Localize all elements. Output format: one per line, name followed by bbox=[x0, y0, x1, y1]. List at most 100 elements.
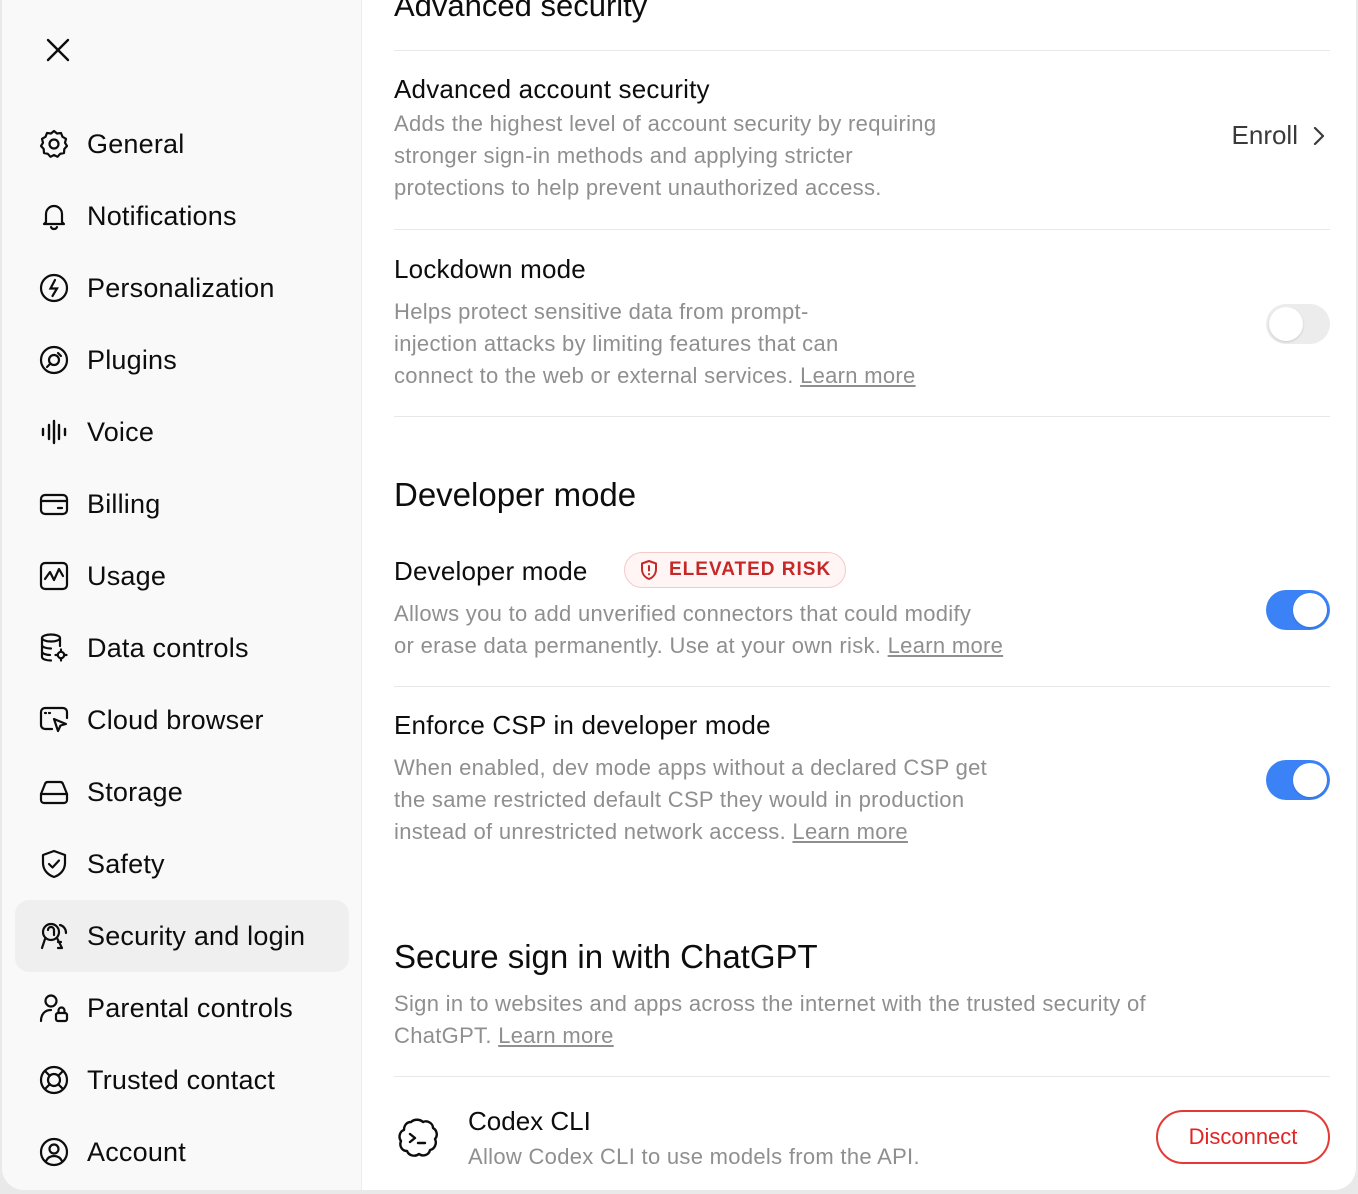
sidebar-item-voice[interactable]: Voice bbox=[15, 396, 349, 468]
sidebar-item-plugins[interactable]: Plugins bbox=[15, 324, 349, 396]
close-button[interactable] bbox=[38, 30, 78, 70]
disconnect-button[interactable]: Disconnect bbox=[1156, 1110, 1330, 1164]
sidebar-item-trusted-contact[interactable]: Trusted contact bbox=[15, 1044, 349, 1116]
divider bbox=[394, 229, 1330, 230]
settings-content: Advanced security Advanced account secur… bbox=[394, 0, 1330, 1190]
desc-line: Sign in to websites and apps across the … bbox=[394, 991, 1146, 1016]
sidebar-item-label: Notifications bbox=[87, 200, 237, 231]
sidebar-item-security-and-login[interactable]: Security and login bbox=[15, 900, 349, 972]
database-gear-icon bbox=[37, 631, 71, 665]
lifebuoy-icon bbox=[37, 1063, 71, 1097]
shield-check-icon bbox=[37, 847, 71, 881]
account-circle-icon bbox=[37, 1135, 71, 1169]
settings-window: General Notifications Personalization Pl… bbox=[2, 0, 1356, 1190]
sidebar-item-label: Voice bbox=[87, 416, 155, 447]
desc-line: Allows you to add unverified connectors … bbox=[394, 601, 972, 626]
storage-drive-icon bbox=[37, 775, 71, 809]
close-icon bbox=[46, 38, 70, 62]
sidebar-item-label: Plugins bbox=[87, 344, 177, 375]
lockdown-learn-more-link[interactable]: Learn more bbox=[800, 363, 916, 388]
bell-icon bbox=[37, 199, 71, 233]
lockdown-mode-title: Lockdown mode bbox=[394, 254, 586, 284]
sidebar-item-data-controls[interactable]: Data controls bbox=[15, 612, 349, 684]
advanced-account-security-desc: Adds the highest level of account securi… bbox=[394, 108, 936, 204]
gear-icon bbox=[37, 127, 71, 161]
desc-line: ChatGPT. Learn more bbox=[394, 1023, 614, 1048]
secure-sign-in-desc: Sign in to websites and apps across the … bbox=[394, 988, 1146, 1052]
divider bbox=[394, 686, 1330, 687]
sidebar-item-billing[interactable]: Billing bbox=[15, 468, 349, 540]
desc-line: stronger sign-in methods and applying st… bbox=[394, 143, 853, 168]
sidebar-item-label: Parental controls bbox=[87, 992, 294, 1023]
personalization-icon bbox=[37, 271, 71, 305]
enforce-csp-toggle[interactable] bbox=[1266, 760, 1330, 800]
chevron-right-icon bbox=[1313, 126, 1325, 145]
sidebar-item-safety[interactable]: Safety bbox=[15, 828, 349, 900]
sidebar-item-label: Security and login bbox=[87, 920, 306, 951]
badge-label: ELEVATED RISK bbox=[669, 559, 832, 580]
desc-line: injection attacks by limiting features t… bbox=[394, 331, 839, 356]
sidebar-item-account[interactable]: Account bbox=[15, 1116, 349, 1188]
plugins-icon bbox=[37, 343, 71, 377]
usage-chart-icon bbox=[37, 559, 71, 593]
settings-sidebar: General Notifications Personalization Pl… bbox=[2, 0, 362, 1190]
desc-line: Adds the highest level of account securi… bbox=[394, 111, 937, 136]
developer-mode-desc: Allows you to add unverified connectors … bbox=[394, 598, 1003, 662]
sidebar-item-label: Usage bbox=[87, 560, 167, 591]
toggle-knob bbox=[1293, 763, 1327, 797]
desc-line: the same restricted default CSP they wou… bbox=[394, 787, 965, 812]
secure-sign-in-learn-more-link[interactable]: Learn more bbox=[498, 1023, 614, 1048]
divider bbox=[394, 416, 1330, 417]
developer-mode-learn-more-link[interactable]: Learn more bbox=[888, 633, 1004, 658]
desc-line: or erase data permanently. Use at your o… bbox=[394, 633, 1004, 658]
section-title-secure-sign-in: Secure sign in with ChatGPT bbox=[394, 938, 818, 975]
codex-cli-icon bbox=[398, 1118, 438, 1157]
divider bbox=[394, 1076, 1330, 1077]
sidebar-item-label: Billing bbox=[87, 488, 161, 519]
sidebar-item-notifications[interactable]: Notifications bbox=[15, 180, 349, 252]
toggle-knob bbox=[1269, 307, 1303, 341]
parental-lock-icon bbox=[37, 991, 71, 1025]
sidebar-item-parental-controls[interactable]: Parental controls bbox=[15, 972, 349, 1044]
lockdown-mode-toggle[interactable] bbox=[1266, 304, 1330, 344]
sidebar-item-label: Account bbox=[87, 1136, 186, 1167]
enforce-csp-title: Enforce CSP in developer mode bbox=[394, 710, 771, 740]
advanced-account-security-title: Advanced account security bbox=[394, 74, 710, 104]
developer-mode-toggle[interactable] bbox=[1266, 590, 1330, 630]
codex-cli-title: Codex CLI bbox=[468, 1106, 591, 1136]
elevated-risk-badge: ELEVATED RISK bbox=[624, 552, 847, 588]
enforce-csp-learn-more-link[interactable]: Learn more bbox=[792, 819, 908, 844]
developer-mode-title: Developer mode bbox=[394, 556, 588, 586]
warning-shield-icon bbox=[641, 560, 657, 580]
voice-waveform-icon bbox=[37, 415, 71, 449]
desc-line: When enabled, dev mode apps without a de… bbox=[394, 755, 988, 780]
desc-line: protections to help prevent unauthorized… bbox=[394, 175, 882, 200]
sidebar-item-label: Cloud browser bbox=[87, 704, 264, 735]
cloud-browser-icon bbox=[37, 703, 71, 737]
divider bbox=[394, 50, 1330, 51]
section-title-developer-mode: Developer mode bbox=[394, 476, 637, 513]
sidebar-item-label: Safety bbox=[87, 848, 165, 879]
codex-cli-desc: Allow Codex CLI to use models from the A… bbox=[468, 1144, 920, 1169]
sidebar-item-label: Data controls bbox=[87, 632, 249, 663]
sidebar-item-label: Trusted contact bbox=[87, 1064, 276, 1095]
section-title-advanced-security: Advanced security bbox=[394, 0, 648, 23]
desc-line: Helps protect sensitive data from prompt… bbox=[394, 299, 809, 324]
desc-line: instead of unrestricted network access. … bbox=[394, 819, 908, 844]
sidebar-item-cloud-browser[interactable]: Cloud browser bbox=[15, 684, 349, 756]
lockdown-mode-desc: Helps protect sensitive data from prompt… bbox=[394, 296, 916, 392]
enforce-csp-desc: When enabled, dev mode apps without a de… bbox=[394, 752, 987, 848]
toggle-knob bbox=[1293, 593, 1327, 627]
desc-line: connect to the web or external services.… bbox=[394, 363, 916, 388]
security-login-icon bbox=[37, 919, 71, 953]
enroll-button[interactable]: Enroll bbox=[1232, 120, 1326, 151]
enroll-label: Enroll bbox=[1231, 120, 1298, 150]
sidebar-item-usage[interactable]: Usage bbox=[15, 540, 349, 612]
settings-nav: General Notifications Personalization Pl… bbox=[15, 108, 349, 1188]
sidebar-item-storage[interactable]: Storage bbox=[15, 756, 349, 828]
sidebar-item-label: Personalization bbox=[87, 272, 275, 303]
card-icon bbox=[37, 487, 71, 521]
sidebar-item-label: General bbox=[87, 128, 185, 159]
sidebar-item-personalization[interactable]: Personalization bbox=[15, 252, 349, 324]
sidebar-item-general[interactable]: General bbox=[15, 108, 349, 180]
